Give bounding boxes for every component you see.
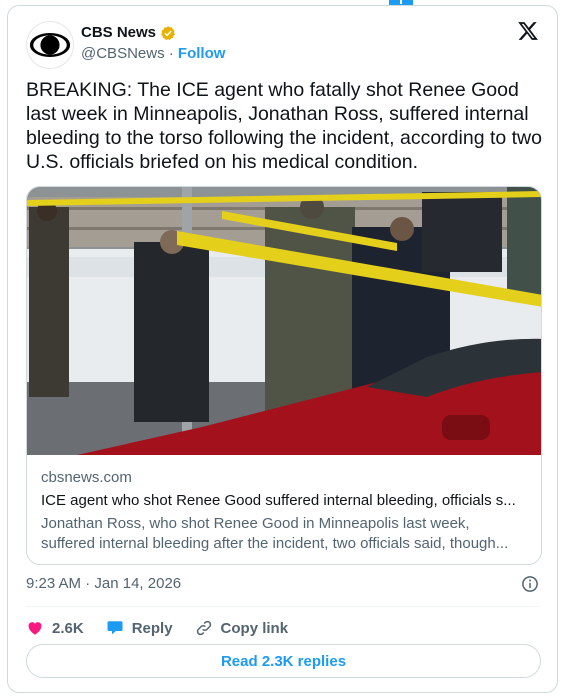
- reply-bubble-icon: [107, 621, 123, 635]
- like-button[interactable]: 2.6K: [26, 619, 84, 637]
- divider: [26, 606, 539, 607]
- cbs-eye-logo[interactable]: [26, 21, 74, 69]
- action-bar: 2.6K Reply Copy link: [26, 619, 310, 637]
- link-title[interactable]: ICE agent who shot Renee Good suffered i…: [41, 492, 531, 509]
- tweet-timestamp[interactable]: 9:23 AM · Jan 14, 2026: [26, 575, 181, 592]
- link-description-line: suffered internal bleeding after the inc…: [41, 535, 509, 552]
- account-name-row: CBS News: [81, 24, 176, 41]
- heart-icon: [28, 622, 42, 635]
- copy-link-button[interactable]: Copy link: [195, 619, 289, 637]
- timestamp-separator: ·: [85, 575, 95, 592]
- like-count: 2.6K: [52, 619, 84, 637]
- link-preview-card[interactable]: cbsnews.com ICE agent who shot Renee Goo…: [26, 186, 542, 565]
- news-photo: [27, 187, 541, 455]
- link-domain[interactable]: cbsnews.com: [41, 469, 132, 486]
- read-replies-button[interactable]: Read 2.3K replies: [26, 644, 541, 678]
- embedded-tweet-card: CBS News @CBSNews · Follow BREAKING: The…: [7, 5, 558, 693]
- follow-button[interactable]: Follow: [178, 45, 226, 62]
- tweet-time: 9:23 AM: [26, 575, 82, 592]
- link-icon: [196, 620, 211, 636]
- x-logo-icon[interactable]: [517, 20, 539, 42]
- info-icon[interactable]: [521, 575, 539, 593]
- account-handle[interactable]: @CBSNews: [81, 45, 165, 62]
- handle-separator: ·: [168, 45, 174, 62]
- tweet-date: Jan 14, 2026: [94, 575, 182, 592]
- reply-label: Reply: [131, 619, 173, 637]
- account-name[interactable]: CBS News: [81, 24, 156, 41]
- handle-row: @CBSNews · Follow: [81, 45, 225, 62]
- link-description-line: Jonathan Ross, who shot Renee Good in Mi…: [41, 515, 470, 532]
- copy-link-label: Copy link: [220, 619, 289, 637]
- verified-badge-icon: [161, 25, 175, 40]
- reply-button[interactable]: Reply: [106, 619, 173, 637]
- link-description: Jonathan Ross, who shot Renee Good in Mi…: [41, 514, 529, 554]
- tweet-text: BREAKING: The ICE agent who fatally shot…: [26, 79, 542, 173]
